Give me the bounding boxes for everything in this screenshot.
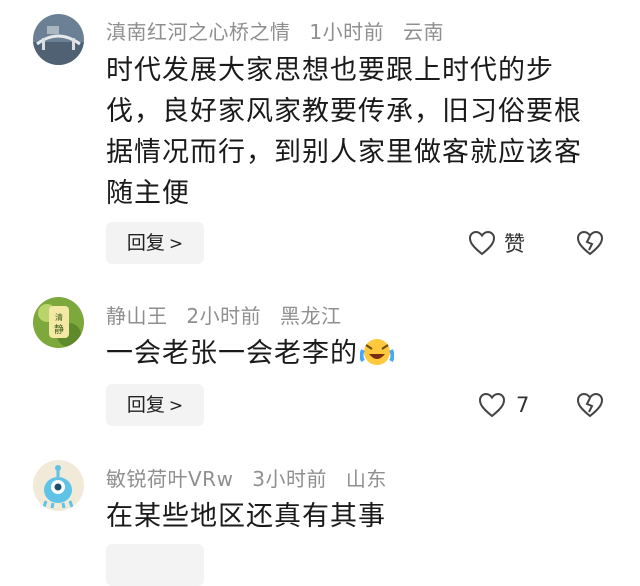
comment-text: 时代发展大家思想也要跟上时代的步伐，良好家风家教要传承，旧习俗要根据情况而行，到… xyxy=(106,55,582,209)
user-avatar[interactable]: 清 静 xyxy=(33,297,84,348)
comment-meta: 滇南红河之心桥之情 1小时前 云南 xyxy=(106,16,456,45)
heart-icon xyxy=(468,230,496,256)
comment-time: 1小时前 xyxy=(309,20,385,44)
comment-meta: 静山王 2小时前 黑龙江 xyxy=(106,300,353,329)
comment-text: 在某些地区还真有其事 xyxy=(106,501,386,532)
laughing-crying-emoji-icon xyxy=(359,336,395,366)
broken-heart-icon xyxy=(576,230,604,256)
comment-meta: 敏锐荷叶VRw 3小时前 山东 xyxy=(106,463,399,492)
chevron-right-icon: > xyxy=(168,234,184,254)
like-button[interactable]: 赞 xyxy=(468,228,525,258)
like-label: 赞 xyxy=(504,232,525,256)
username[interactable]: 滇南红河之心桥之情 xyxy=(106,20,291,44)
reply-button[interactable]: 回复 > xyxy=(106,222,204,264)
like-count: 7 xyxy=(516,393,530,417)
svg-text:静: 静 xyxy=(54,323,64,336)
dislike-button[interactable] xyxy=(576,230,604,258)
svg-text:清: 清 xyxy=(55,312,63,322)
reply-label: 回复 xyxy=(126,394,165,416)
comment-location: 山东 xyxy=(345,467,387,491)
comment-text-content: 一会老张一会老李的 xyxy=(106,338,358,369)
dislike-button[interactable] xyxy=(576,392,604,420)
heart-icon xyxy=(478,392,506,418)
user-avatar[interactable] xyxy=(33,460,84,511)
comment-location: 黑龙江 xyxy=(279,304,342,328)
comment-text: 一会老张一会老李的 xyxy=(106,333,606,374)
reply-label: 回复 xyxy=(126,232,165,254)
username[interactable]: 静山王 xyxy=(106,304,168,328)
comment-time: 3小时前 xyxy=(252,467,328,491)
comment-time: 2小时前 xyxy=(186,304,262,328)
like-button[interactable]: 7 xyxy=(478,390,529,420)
chevron-right-icon: > xyxy=(168,396,184,416)
broken-heart-icon xyxy=(576,392,604,418)
reply-button[interactable] xyxy=(106,544,204,586)
comment-location: 云南 xyxy=(402,20,444,44)
username[interactable]: 敏锐荷叶VRw xyxy=(106,467,233,491)
reply-button[interactable]: 回复 > xyxy=(106,384,204,426)
user-avatar[interactable] xyxy=(33,14,84,65)
